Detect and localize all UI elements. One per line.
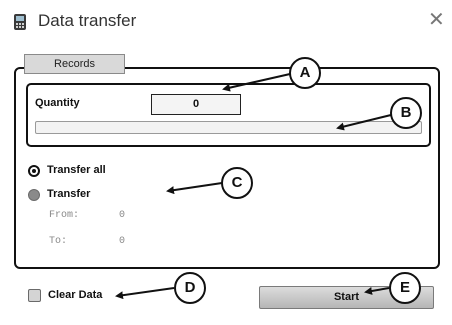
- callout-b: B: [390, 97, 422, 129]
- quantity-field: 0: [151, 94, 241, 115]
- transfer-progress-bar: [35, 121, 422, 134]
- callout-e: E: [389, 272, 421, 304]
- to-label: To:: [49, 236, 68, 247]
- callout-d-arrow: [115, 287, 175, 300]
- clear-data-checkbox[interactable]: [28, 289, 41, 302]
- quantity-label: Quantity: [35, 97, 80, 109]
- to-value: 0: [119, 236, 126, 247]
- clear-data-label[interactable]: Clear Data: [48, 289, 102, 301]
- close-icon[interactable]: ✕: [428, 10, 445, 30]
- from-label: From:: [49, 210, 80, 221]
- transfer-range-label[interactable]: Transfer: [47, 188, 90, 200]
- transfer-all-label[interactable]: Transfer all: [47, 164, 106, 176]
- transfer-range-radio[interactable]: [28, 189, 40, 201]
- title-bar: Data transfer ✕: [0, 0, 452, 40]
- data-transfer-device-icon: [14, 14, 26, 30]
- from-value: 0: [119, 210, 126, 221]
- quantity-panel: [26, 83, 431, 147]
- callout-d: D: [174, 272, 206, 304]
- records-tab[interactable]: Records: [24, 54, 125, 74]
- transfer-all-radio[interactable]: [28, 165, 40, 177]
- window-title: Data transfer: [38, 11, 137, 30]
- callout-a: A: [289, 57, 321, 89]
- callout-c: C: [221, 167, 253, 199]
